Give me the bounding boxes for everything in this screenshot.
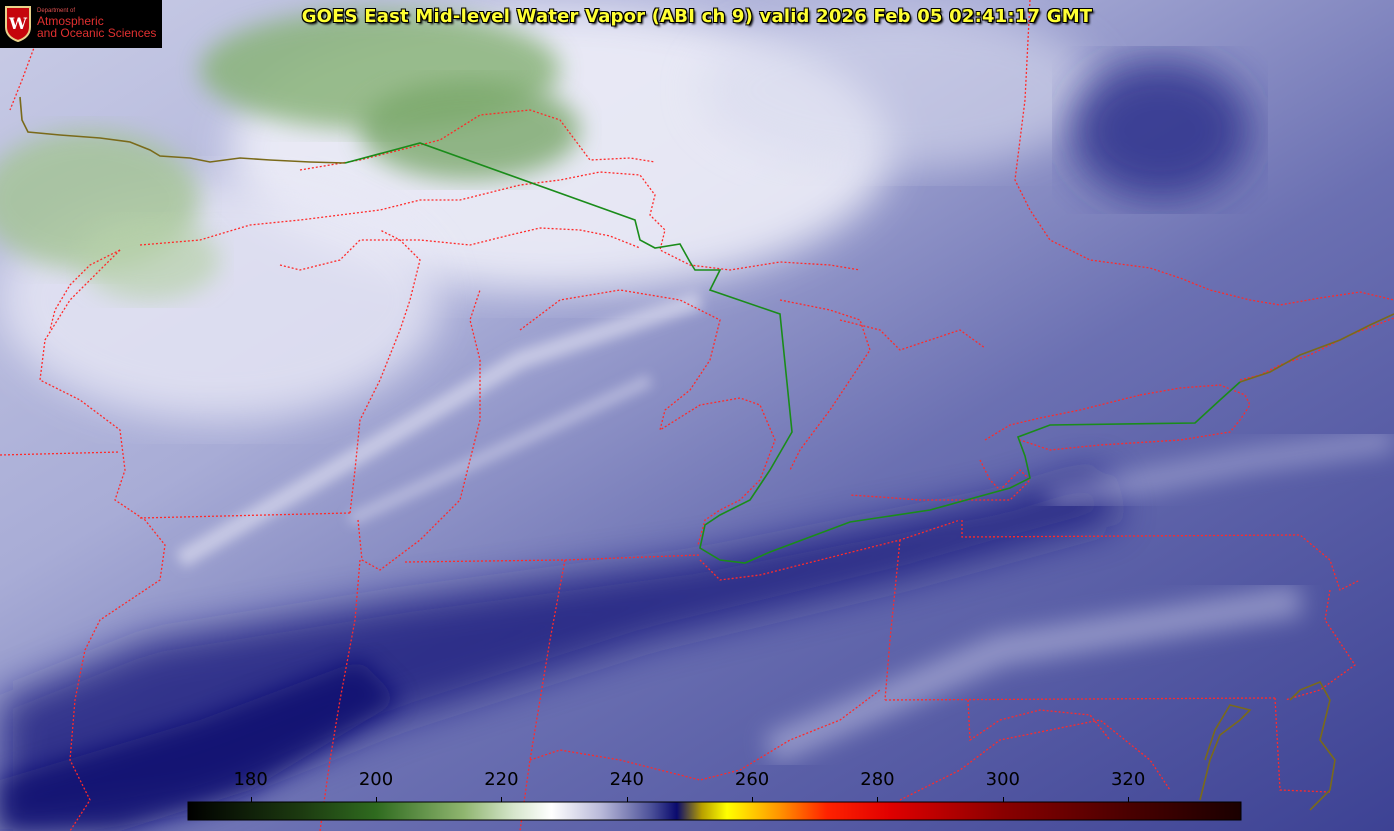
- colorbar-tick-mark: [376, 797, 378, 802]
- colorbar-tick-label: 320: [1110, 769, 1146, 790]
- imagery-layer: [0, 0, 1394, 831]
- colorbar-group: [187, 801, 1242, 821]
- map-title: GOES East Mid-level Water Vapor (ABI ch …: [301, 6, 1093, 27]
- colorbar-tick-label: 200: [358, 769, 394, 790]
- colorbar-tick-mark: [752, 797, 754, 802]
- colorbar-tick-mark: [1128, 797, 1130, 802]
- colorbar-tick-mark: [501, 797, 503, 802]
- colorbar-tick-label: 260: [734, 769, 770, 790]
- colorbar-tick-label: 300: [985, 769, 1020, 790]
- colorbar-tick-mark: [250, 797, 252, 802]
- colorbar-tick-label: 180: [233, 769, 268, 790]
- colorbar: [187, 801, 1242, 821]
- colorbar-tick-label: 280: [860, 769, 895, 790]
- water-vapor-map: [0, 0, 1394, 831]
- colorbar-tick-mark: [626, 797, 628, 802]
- colorbar-tick-mark: [877, 797, 879, 802]
- colorbar-tick-mark: [1002, 797, 1004, 802]
- colorbar-tick-label: 240: [609, 769, 644, 790]
- logo-line2: and Oceanic Sciences: [37, 26, 157, 41]
- colorbar-tick-label: 220: [484, 769, 519, 790]
